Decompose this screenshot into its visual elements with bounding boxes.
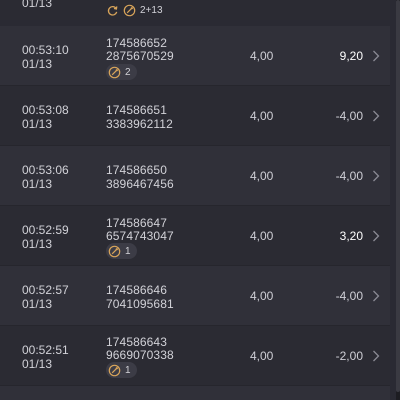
win-amount: -4,00 (335, 109, 363, 123)
row-time: 00:53:08 (22, 103, 69, 117)
round-id: 174586652 (106, 36, 167, 50)
feature-badge: 2+13 (106, 2, 169, 18)
ball-coin-icon (108, 364, 121, 376)
badge-count: 1 (125, 364, 131, 376)
row-time: 00:52:57 (22, 283, 69, 297)
round-history-list: 01/13 2+13 00:53:10 01/13 174586652 2875… (0, 0, 400, 400)
transaction-id: 3383962112 (106, 117, 173, 131)
scrollbar-track[interactable] (396, 0, 400, 400)
row-date: 01/13 (22, 297, 53, 311)
feature-badge: 1 (106, 362, 137, 378)
round-id: 174586647 (106, 216, 167, 230)
transaction-id: 2875670529 (106, 49, 174, 63)
bet-amount: 4,00 (250, 289, 274, 303)
history-row[interactable]: 00:52:57 01/13 174586646 7041095681 4,00… (0, 266, 390, 326)
transaction-id: 9669070338 (106, 348, 174, 362)
history-row[interactable]: 00:52:59 01/13 174586647 6574743047 1 4,… (0, 206, 390, 266)
history-row[interactable]: 00:52:51 01/13 174586643 9669070338 1 4,… (0, 326, 390, 386)
badge-count: 2 (125, 66, 131, 78)
feature-badge: 1 (106, 243, 137, 259)
win-amount: 9,20 (339, 49, 363, 63)
refresh-cycle-icon (107, 5, 118, 16)
row-date: 01/13 (22, 0, 53, 10)
win-amount: 3,20 (339, 229, 363, 243)
transaction-id: 7041095681 (106, 297, 174, 311)
badge-count: 2+13 (140, 4, 163, 16)
history-row[interactable]: 00:53:08 01/13 174586651 3383962112 4,00… (0, 86, 390, 146)
row-date: 01/13 (22, 57, 53, 71)
ball-coin-icon (108, 66, 121, 78)
chevron-right-icon[interactable] (372, 230, 380, 242)
row-date: 01/13 (22, 177, 53, 191)
bet-amount: 4,00 (250, 349, 274, 363)
chevron-right-icon[interactable] (372, 350, 380, 362)
win-amount: -4,00 (335, 289, 363, 303)
round-id: 174586646 (106, 283, 167, 297)
bet-amount: 4,00 (250, 49, 274, 63)
round-id: 174586651 (106, 103, 167, 117)
history-row-partial[interactable] (0, 386, 390, 400)
win-amount: -4,00 (335, 169, 363, 183)
feature-badge: 2 (106, 64, 137, 80)
row-date: 01/13 (22, 237, 53, 251)
history-row[interactable]: 00:53:06 01/13 174586650 3896467456 4,00… (0, 146, 390, 206)
row-time: 00:52:59 (22, 223, 69, 237)
bet-amount: 4,00 (250, 109, 274, 123)
history-row-partial[interactable]: 01/13 2+13 (0, 0, 390, 20)
chevron-right-icon[interactable] (372, 110, 380, 122)
badge-count: 1 (125, 245, 131, 257)
row-time: 00:53:06 (22, 163, 69, 177)
row-date: 01/13 (22, 357, 53, 371)
round-id: 174586650 (106, 163, 167, 177)
chevron-right-icon[interactable] (372, 50, 380, 62)
chevron-right-icon[interactable] (372, 290, 380, 302)
row-time: 00:53:10 (22, 43, 69, 57)
transaction-id: 6574743047 (106, 229, 174, 243)
ball-coin-icon (123, 4, 136, 16)
row-date: 01/13 (22, 117, 53, 131)
transaction-id: 3896467456 (106, 177, 174, 191)
history-row[interactable]: 00:53:10 01/13 174586652 2875670529 2 4,… (0, 26, 390, 86)
row-time: 00:52:51 (22, 343, 69, 357)
bet-amount: 4,00 (250, 169, 274, 183)
bet-amount: 4,00 (250, 229, 274, 243)
ball-coin-icon (108, 245, 121, 257)
chevron-right-icon[interactable] (372, 170, 380, 182)
round-id: 174586643 (106, 335, 167, 349)
scrollbar-thumb[interactable] (396, 0, 400, 392)
win-amount: -2,00 (335, 349, 363, 363)
